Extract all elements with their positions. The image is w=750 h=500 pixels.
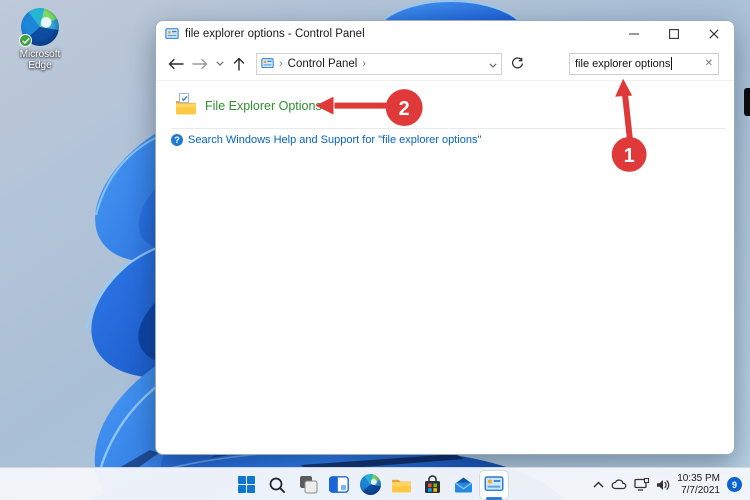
search-value: file explorer options [575, 57, 671, 70]
search-results-panel: File Explorer Options ? Search Windows H… [156, 81, 734, 454]
edge-logo-icon [19, 8, 59, 47]
breadcrumb-location[interactable]: Control Panel [288, 58, 358, 70]
window-title: file explorer options - Control Panel [185, 28, 365, 40]
back-button[interactable] [164, 52, 188, 76]
notification-badge[interactable]: 9 [727, 477, 742, 492]
search-button[interactable] [262, 470, 292, 500]
minimize-button[interactable] [614, 21, 654, 47]
close-button[interactable] [694, 21, 734, 47]
help-search-link[interactable]: Search Windows Help and Support for "fil… [188, 134, 481, 146]
refresh-button[interactable] [505, 52, 529, 76]
task-view-button[interactable] [293, 470, 323, 500]
edge-panel-handle[interactable] [744, 88, 750, 116]
file-explorer-button[interactable] [386, 470, 416, 500]
text-caret [671, 57, 673, 70]
desktop: Microsoft Edge file explorer options - C… [0, 0, 750, 500]
taskbar: 10:35 PM 7/7/2021 9 [0, 467, 750, 500]
edge-button[interactable] [355, 470, 385, 500]
taskbar-clock[interactable]: 10:35 PM 7/7/2021 [677, 473, 720, 497]
results-divider [171, 128, 725, 129]
store-button[interactable] [417, 470, 447, 500]
control-panel-taskbar-button[interactable] [479, 469, 509, 500]
breadcrumb-separator-tail[interactable]: › [362, 58, 366, 70]
clear-search-icon[interactable]: ✕ [705, 58, 713, 69]
onedrive-cloud-icon[interactable] [611, 479, 627, 490]
address-dropdown-chevron-icon[interactable] [489, 55, 497, 73]
help-question-icon: ? [171, 134, 183, 146]
maximize-button[interactable] [654, 21, 694, 47]
start-button[interactable] [231, 470, 261, 500]
help-row[interactable]: ? Search Windows Help and Support for "f… [171, 134, 481, 146]
shortcut-label: Microsoft Edge [19, 49, 61, 71]
control-panel-window: file explorer options - Control Panel › … [155, 20, 735, 455]
shortcut-check-badge-icon [19, 34, 32, 47]
search-input[interactable]: file explorer options ✕ [569, 52, 719, 75]
navigation-toolbar: › Control Panel › file explorer options … [156, 47, 734, 81]
control-panel-crumb-icon [261, 58, 274, 69]
edge-desktop-shortcut[interactable]: Microsoft Edge [8, 8, 72, 71]
volume-icon[interactable] [656, 479, 670, 491]
result-row[interactable]: File Explorer Options [175, 93, 322, 115]
clock-time: 10:35 PM [677, 472, 720, 484]
options-checkbox-badge-icon [179, 93, 189, 103]
file-explorer-options-link[interactable]: File Explorer Options [205, 99, 322, 113]
forward-button[interactable] [188, 52, 212, 76]
system-tray: 10:35 PM 7/7/2021 9 [593, 468, 742, 500]
network-icon[interactable] [634, 478, 650, 491]
breadcrumb-separator: › [279, 57, 283, 70]
recent-locations-chevron-icon[interactable] [212, 52, 227, 76]
address-bar[interactable]: › Control Panel › [256, 52, 502, 75]
tray-chevron-icon[interactable] [593, 481, 604, 488]
up-button[interactable] [227, 52, 251, 76]
mail-button[interactable] [448, 470, 478, 500]
titlebar[interactable]: file explorer options - Control Panel [156, 21, 734, 47]
taskbar-icons [231, 469, 509, 500]
clock-date: 7/7/2021 [681, 484, 720, 496]
widgets-button[interactable] [324, 470, 354, 500]
control-panel-app-icon [165, 28, 179, 39]
edge-icon [359, 474, 381, 495]
file-explorer-options-icon [175, 93, 197, 115]
